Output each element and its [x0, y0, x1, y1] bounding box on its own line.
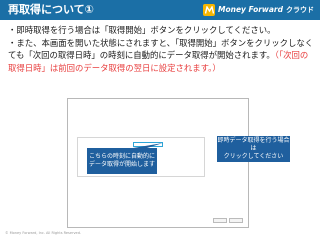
page-title: 再取得について①: [8, 3, 94, 16]
instruction-line-2-text: ・また、本画面を開いた状態にされますと、「取得開始」ボタンをクリックしなくても「…: [8, 37, 314, 61]
manual-callout-line-2: クリックしてください: [223, 153, 284, 160]
money-forward-logo-icon: [203, 4, 215, 16]
dialog-button[interactable]: [229, 218, 243, 223]
auto-fetch-callout: こちらの時刻に自動的に データ取得が開始します: [87, 148, 157, 174]
auto-callout-line-1: こちらの時刻に自動的に: [88, 153, 155, 160]
auto-callout-line-2: データ取得が開始します: [88, 161, 155, 168]
copyright: © Money Forward, Inc. All Rights Reserve…: [5, 231, 82, 235]
manual-callout-line-1: 即時データ取得を行う場合は: [217, 137, 290, 152]
dialog-buttons: [213, 218, 243, 223]
instruction-line-2: ・また、本画面を開いた状態にされますと、「取得開始」ボタンをクリックしなくても「…: [8, 37, 314, 75]
instruction-line-1: ・即時取得を行う場合は「取得開始」ボタンをクリックしてください。: [8, 25, 276, 35]
header-bar: 再取得について① Money Forward クラウド: [0, 0, 320, 20]
dialog-button[interactable]: [213, 218, 227, 223]
next-fetch-datetime-field: [133, 142, 163, 147]
manual-fetch-callout: 即時データ取得を行う場合は クリックしてください: [217, 136, 290, 162]
brand-name: Money Forward: [218, 5, 283, 14]
brand-suffix: クラウド: [286, 6, 314, 14]
instruction-text: ・即時取得を行う場合は「取得開始」ボタンをクリックしてください。 ・また、本画面…: [8, 24, 314, 74]
brand-logo: Money Forward クラウド: [203, 3, 314, 17]
